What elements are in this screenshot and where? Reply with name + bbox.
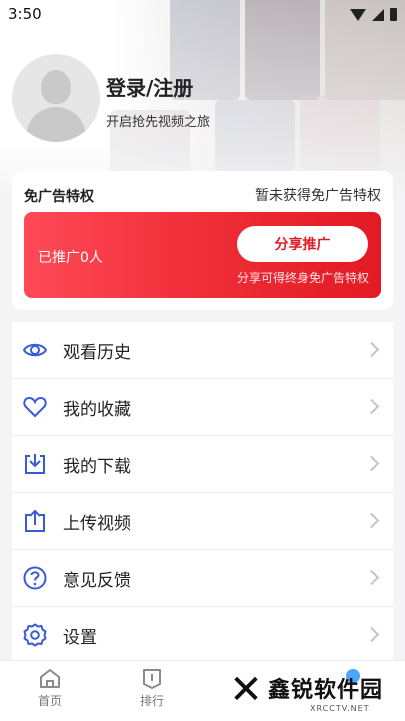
tab-home[interactable]: 首页 <box>20 667 80 709</box>
menu-item-feedback[interactable]: 意见反馈 <box>12 550 393 607</box>
chevron-right-icon <box>363 626 380 643</box>
menu-item-label: 设置 <box>63 628 97 648</box>
login-register-link[interactable]: 登录/注册 <box>106 72 193 101</box>
tab-ranking[interactable]: 排行 <box>122 667 182 709</box>
chevron-right-icon <box>363 512 380 529</box>
chevron-right-icon <box>363 569 380 586</box>
question-icon <box>23 566 47 590</box>
menu-list: 观看历史 我的收藏 我的下载 上传视频 意见反馈 设置 <box>12 322 393 663</box>
home-icon <box>40 669 60 688</box>
download-icon <box>25 454 45 474</box>
menu-item-label: 我的下载 <box>63 457 131 477</box>
avatar[interactable] <box>12 54 100 142</box>
gear-icon <box>23 623 47 647</box>
promotion-banner: 已推广0人 分享推广 分享可得终身免广告特权 <box>24 212 381 298</box>
watermark-site: XRCCTV.NET <box>310 704 370 713</box>
upload-icon <box>25 509 45 532</box>
x-logo-icon: ✕ <box>229 667 263 713</box>
tab-label: 首页 <box>37 694 62 708</box>
menu-item-upload-video[interactable]: 上传视频 <box>12 493 393 550</box>
ad-free-status: 暂未获得免广告特权 <box>255 188 381 204</box>
chevron-right-icon <box>363 341 380 358</box>
menu-item-watch-history[interactable]: 观看历史 <box>12 322 393 379</box>
status-bar: 3:50 <box>0 0 405 30</box>
ranking-icon <box>143 669 161 689</box>
signal-icon <box>372 8 384 21</box>
menu-item-label: 我的收藏 <box>63 400 131 420</box>
promotion-count: 已推广0人 <box>38 250 103 266</box>
login-subtitle: 开启抢先视频之旅 <box>106 115 211 130</box>
watermark-brand: 鑫锐软件园 <box>268 678 384 703</box>
avatar-body-shape <box>26 107 86 142</box>
tab-label: 排行 <box>139 694 164 708</box>
chevron-right-icon <box>363 455 380 472</box>
menu-item-downloads[interactable]: 我的下载 <box>12 436 393 493</box>
menu-item-label: 意见反馈 <box>63 571 131 591</box>
battery-icon <box>390 8 397 21</box>
promotion-note: 分享可得终身免广告特权 <box>236 271 369 285</box>
chevron-right-icon <box>363 398 380 415</box>
menu-item-favorites[interactable]: 我的收藏 <box>12 379 393 436</box>
eye-icon <box>22 343 48 357</box>
avatar-head-shape <box>41 70 71 104</box>
heart-icon <box>23 396 47 418</box>
menu-item-label: 上传视频 <box>63 514 131 534</box>
watermark-logo: ✕ 鑫锐软件园 XRCCTV.NET <box>224 666 405 720</box>
status-icons <box>350 8 397 21</box>
menu-item-settings[interactable]: 设置 <box>12 607 393 663</box>
ad-free-card: 免广告特权 暂未获得免广告特权 已推广0人 分享推广 分享可得终身免广告特权 <box>12 171 393 310</box>
menu-item-label: 观看历史 <box>63 343 131 363</box>
ad-free-title: 免广告特权 <box>24 189 94 205</box>
status-time: 3:50 <box>8 5 42 23</box>
wifi-icon <box>350 8 366 21</box>
share-promote-button[interactable]: 分享推广 <box>237 226 368 262</box>
